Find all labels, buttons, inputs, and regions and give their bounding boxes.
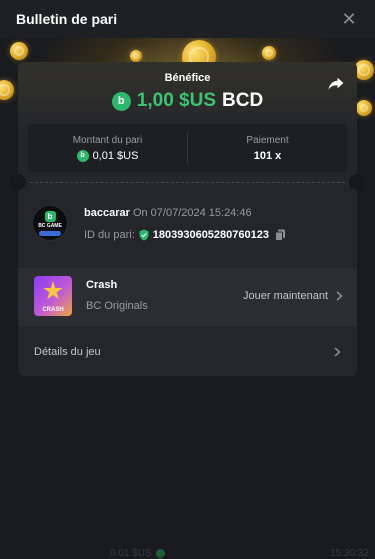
bc-logo-icon: b — [44, 210, 56, 222]
background-bet-row: 0.01 $US 15:30:32 — [0, 548, 375, 559]
coin-decoration — [0, 80, 14, 100]
benefit-amount: 1,00 $US — [136, 90, 217, 111]
copy-icon[interactable] — [275, 229, 286, 241]
avatar-brand-text: BC GAME — [38, 222, 62, 229]
game-details-row[interactable]: Détails du jeu — [18, 334, 357, 370]
game-details-label: Détails du jeu — [34, 346, 101, 358]
coin-decoration — [10, 42, 28, 60]
bet-timestamp: On 07/07/2024 15:24:46 — [132, 207, 252, 219]
play-now-label: Jouer maintenant — [243, 290, 328, 302]
shield-check-icon — [139, 229, 149, 241]
bet-id-value: 1803930605280760123 — [152, 229, 269, 241]
crash-game-thumbnail[interactable]: CRASH — [34, 276, 72, 316]
modal-title: Bulletin de pari — [16, 11, 118, 27]
bet-id-label: ID du pari: — [84, 229, 135, 241]
share-icon[interactable] — [327, 74, 345, 92]
game-provider: BC Originals — [86, 300, 148, 312]
bcd-coin-icon — [155, 549, 165, 558]
game-card[interactable]: CRASH Crash BC Originals Jouer maintenan… — [18, 268, 357, 326]
stake-value-row: b 0,01 $US — [76, 149, 139, 162]
dashed-divider — [30, 182, 345, 183]
coin-decoration — [130, 50, 142, 62]
modal-header: Bulletin de pari ✕ — [0, 0, 375, 38]
game-name: Crash — [86, 279, 118, 291]
benefit-currency: BCD — [222, 90, 264, 111]
background-amount-row: 0.01 $US — [110, 548, 165, 559]
bet-info: b BC GAME baccarar On 07/07/2024 15:24:4… — [32, 205, 343, 245]
bet-game-name[interactable]: baccarar — [84, 207, 130, 219]
game-avatar: b BC GAME — [32, 205, 68, 241]
ticket-notch-left — [10, 174, 26, 190]
bcd-coin-icon: b — [76, 149, 89, 162]
payout-stat: Paiement 101 x — [188, 124, 347, 172]
star-icon — [43, 281, 63, 300]
background-amount: 0.01 $US — [110, 548, 152, 559]
background-time: 15:30:32 — [330, 548, 369, 559]
chevron-right-icon — [336, 291, 343, 301]
coin-decoration — [262, 46, 276, 60]
bet-line-1: baccarar On 07/07/2024 15:24:46 — [84, 207, 252, 219]
ticket-notch-right — [349, 174, 365, 190]
bet-stats: Montant du pari b 0,01 $US Paiement 101 … — [28, 124, 347, 172]
payout-label: Paiement — [246, 134, 289, 146]
close-icon[interactable]: ✕ — [341, 10, 357, 28]
stake-stat: Montant du pari b 0,01 $US — [28, 124, 187, 172]
stake-label: Montant du pari — [72, 134, 143, 146]
payout-value: 101 x — [253, 149, 282, 162]
benefit-label: Bénéfice — [164, 72, 211, 84]
avatar-chip — [39, 230, 61, 236]
coin-decoration — [356, 100, 372, 116]
bet-line-2: ID du pari: 1803930605280760123 — [84, 229, 286, 241]
benefit-row: b 1,00 $US BCD — [18, 90, 357, 112]
play-now-link[interactable]: Jouer maintenant — [243, 290, 343, 302]
thumbnail-label: CRASH — [42, 307, 64, 313]
stake-value: 0,01 $US — [92, 149, 139, 162]
bet-slip-card: Bénéfice b 1,00 $US BCD Montant du pari … — [10, 62, 365, 376]
bcd-coin-icon: b — [111, 91, 131, 111]
chevron-right-icon — [334, 347, 341, 357]
coin-decoration — [354, 60, 374, 80]
